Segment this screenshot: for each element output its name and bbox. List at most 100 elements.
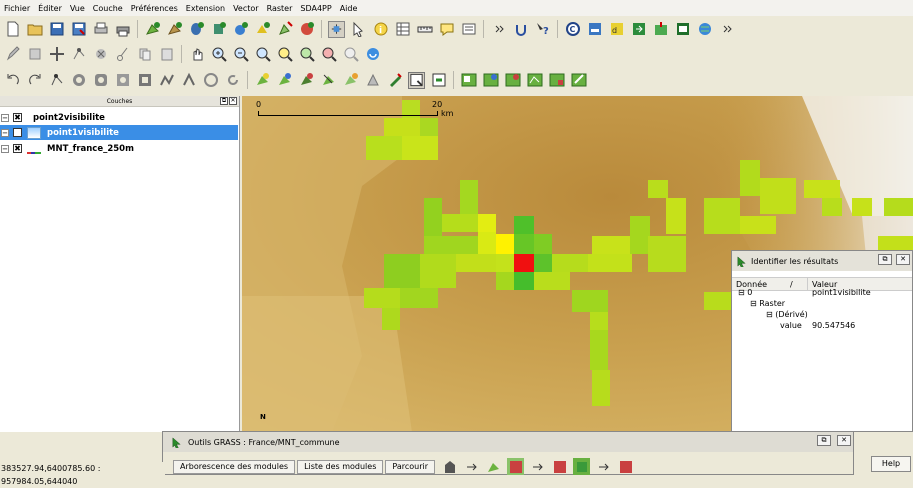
add-part-icon[interactable]: [92, 72, 109, 89]
add-wfs-icon[interactable]: [254, 21, 271, 38]
label-icon[interactable]: [586, 21, 603, 38]
printer-icon[interactable]: [114, 21, 131, 38]
tab-liste-modules[interactable]: Liste des modules: [297, 459, 384, 474]
overflow-chevron-icon[interactable]: [718, 21, 735, 38]
close-icon[interactable]: ✕: [837, 435, 851, 446]
add-raster-icon[interactable]: [166, 21, 183, 38]
menu-aide[interactable]: Aide: [336, 4, 362, 13]
close-icon[interactable]: ✕: [896, 254, 910, 265]
add-postgis-icon[interactable]: [188, 21, 205, 38]
layer-visibility-checkbox[interactable]: ✖: [13, 113, 22, 122]
overflow-chevron-icon[interactable]: [490, 21, 507, 38]
sort-indicator[interactable]: /: [790, 278, 807, 290]
export-icon[interactable]: [630, 21, 647, 38]
grass-module-icon[interactable]: [573, 458, 591, 475]
label-change-icon[interactable]: [342, 72, 359, 89]
tab-arborescence[interactable]: Arborescence des modules: [173, 459, 296, 474]
zoom-next-icon[interactable]: [342, 46, 359, 63]
reshape-icon[interactable]: [158, 72, 175, 89]
undo-vertex-icon[interactable]: [512, 21, 529, 38]
new-shapefile-icon[interactable]: [276, 21, 293, 38]
zoom-in-icon[interactable]: [210, 46, 227, 63]
print-composer-icon[interactable]: [92, 21, 109, 38]
menu-extension[interactable]: Extension: [182, 4, 229, 13]
cut-icon[interactable]: [114, 46, 131, 63]
table-plugin-icon[interactable]: [674, 21, 691, 38]
label-pin-icon[interactable]: [254, 72, 271, 89]
zoom-out-icon[interactable]: [232, 46, 249, 63]
grass-titlebar[interactable]: Outils GRASS : France/MNT_commune ⧉ ✕: [163, 432, 853, 452]
select-feature-icon[interactable]: [350, 21, 367, 38]
zoom-selection-icon[interactable]: [276, 46, 293, 63]
grass-raster-import-icon[interactable]: [507, 458, 525, 475]
menu-vue[interactable]: Vue: [66, 4, 89, 13]
grass-add-raster-icon[interactable]: [548, 72, 565, 89]
open-project-icon[interactable]: [26, 21, 43, 38]
undo-icon[interactable]: [4, 72, 21, 89]
copy-icon[interactable]: [136, 46, 153, 63]
identify-icon[interactable]: i: [372, 21, 389, 38]
layer-item[interactable]: − ✖ MNT_france_250m: [0, 141, 238, 156]
globe-icon[interactable]: [696, 21, 713, 38]
tab-parcourir[interactable]: Parcourir: [385, 459, 436, 474]
grass-open-mapset-icon[interactable]: [460, 72, 477, 89]
collapse-icon[interactable]: −: [1, 113, 9, 122]
sketch-icon[interactable]: d: [608, 21, 625, 38]
label-move-icon[interactable]: [298, 72, 315, 89]
label-show-icon[interactable]: [276, 72, 293, 89]
layer-visibility-checkbox[interactable]: [13, 128, 22, 137]
plugin-icon[interactable]: [652, 21, 669, 38]
measure-icon[interactable]: [416, 21, 433, 38]
diagram-icon[interactable]: [364, 72, 381, 89]
bookmark-icon[interactable]: [460, 21, 477, 38]
save-as-icon[interactable]: [70, 21, 87, 38]
grass-edit-region-icon[interactable]: [430, 72, 447, 89]
grass-region-icon[interactable]: [408, 71, 425, 89]
result-derived-key[interactable]: ⊟ (Dérivé): [766, 310, 808, 319]
layer-item[interactable]: − ✖ point2visibilite: [0, 110, 238, 125]
rotate-icon[interactable]: [224, 72, 241, 89]
add-ring-icon[interactable]: [70, 72, 87, 89]
menu-vector[interactable]: Vector: [229, 4, 263, 13]
new-project-icon[interactable]: [4, 21, 21, 38]
save-edits-icon[interactable]: [26, 46, 43, 63]
paste-icon[interactable]: [158, 46, 175, 63]
grass-vector-import-icon[interactable]: [551, 458, 568, 475]
zoom-full-icon[interactable]: [254, 46, 271, 63]
result-feature-key[interactable]: ⊟ 0: [738, 288, 752, 297]
pan-map-icon[interactable]: [328, 20, 345, 38]
delete-ring-icon[interactable]: [114, 72, 131, 89]
delete-icon[interactable]: [92, 46, 109, 63]
simplify-icon[interactable]: [48, 72, 65, 89]
map-tips-icon[interactable]: [438, 21, 455, 38]
save-project-icon[interactable]: [48, 21, 65, 38]
layer-item-selected[interactable]: − point1visibilite: [0, 125, 238, 140]
label-rotate-icon[interactable]: [320, 72, 337, 89]
split-icon[interactable]: [180, 72, 197, 89]
copyright-icon[interactable]: C: [564, 21, 581, 38]
collapse-icon[interactable]: −: [1, 128, 9, 137]
grass-region-tool-icon[interactable]: [441, 458, 458, 475]
menu-sda4pp[interactable]: SDA4PP: [296, 4, 335, 13]
whats-this-icon[interactable]: ?: [534, 21, 551, 38]
zoom-layer-icon[interactable]: [298, 46, 315, 63]
identify-titlebar[interactable]: Identifier les résultats ⧉ ✕: [732, 251, 912, 271]
add-spatialite-icon[interactable]: [210, 21, 227, 38]
restore-icon[interactable]: ⧉: [817, 435, 831, 446]
menu-couche[interactable]: Couche: [89, 4, 127, 13]
node-tool-icon[interactable]: [70, 46, 87, 63]
move-icon[interactable]: [48, 46, 65, 63]
redo-icon[interactable]: [26, 72, 43, 89]
delete-part-icon[interactable]: [136, 72, 153, 89]
close-panel-icon[interactable]: ✕: [229, 97, 237, 105]
help-button[interactable]: Help: [871, 456, 911, 472]
merge-icon[interactable]: [202, 72, 219, 89]
grass-output-icon[interactable]: [617, 458, 634, 475]
add-wms-icon[interactable]: [232, 21, 249, 38]
menu-raster[interactable]: Raster: [263, 4, 297, 13]
result-raster-key[interactable]: ⊟ Raster: [750, 299, 785, 308]
collapse-icon[interactable]: −: [1, 144, 9, 153]
zoom-last-icon[interactable]: [320, 46, 337, 63]
hand-pan-icon[interactable]: [188, 46, 205, 63]
menu-editer[interactable]: Éditer: [34, 4, 66, 13]
